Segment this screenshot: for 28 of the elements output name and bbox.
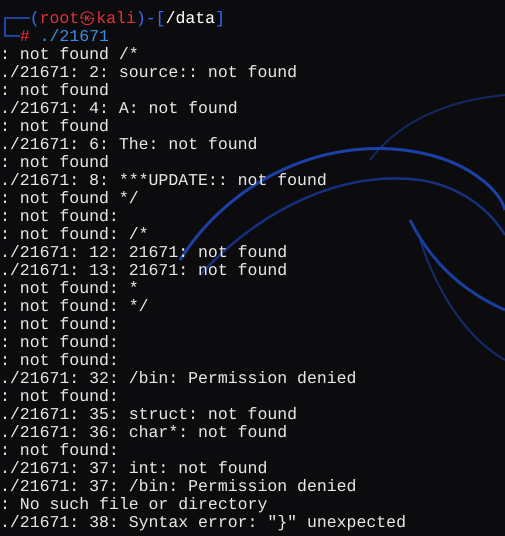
output-line: ./21671: 36: char*: not found [0,424,288,442]
output-line: : not found: * [0,280,139,298]
output-line: : not found [0,118,109,136]
output-line: : No such file or directory [0,496,268,514]
output-line: ./21671: 38: Syntax error: "}" unexpected [0,514,406,532]
output-line: ./21671: 32: /bin: Permission denied [0,370,356,388]
output-line: : not found: [0,388,119,406]
command-line: └─# ./21671 [0,28,110,46]
output-line: : not found [0,154,109,172]
output-line: ./21671: 4: A: not found [0,100,238,118]
output-line: : not found: [0,208,119,226]
output-line: : not found: [0,352,119,370]
output-line: ./21671: 12: 21671: not found [0,244,288,262]
output-line: : not found: [0,334,119,352]
output-line: ./21671: 35: struct: not found [0,406,298,424]
output-line: : not found: /* [0,226,149,244]
prompt-line: ┌──(root㉿kali)-[/data] [0,10,226,28]
output-line: : not found: [0,442,119,460]
output-line: : not found */ [0,190,139,208]
output-line: : not found: [0,316,119,334]
output-line: : not found /* [0,46,139,64]
output-line: ./21671: 13: 21671: not found [0,262,288,280]
output-line: ./21671: 37: /bin: Permission denied [0,478,356,496]
output-line: ./21671: 37: int: not found [0,460,268,478]
output-line: ./21671: 2: source:: not found [0,64,298,82]
output-line: : not found: */ [0,298,149,316]
output-line: : not found [0,82,109,100]
output-line: ./21671: 6: The: not found [0,136,258,154]
